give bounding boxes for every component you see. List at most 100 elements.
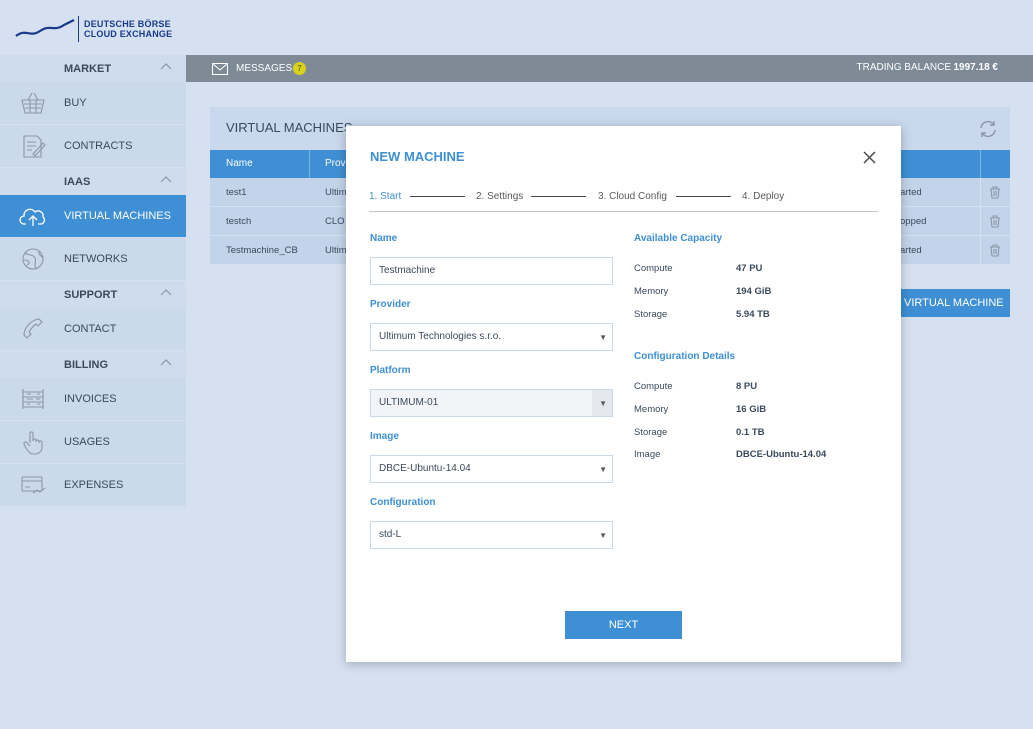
column-header-name[interactable]: Name bbox=[226, 158, 253, 169]
trading-balance-value: 1997.18 € bbox=[953, 62, 999, 73]
provider-label: Provider bbox=[370, 299, 411, 310]
sidebar-item-label: CONTACT bbox=[64, 323, 117, 335]
platform-label: Platform bbox=[370, 365, 411, 376]
trading-balance-label: TRADING BALANCE bbox=[856, 62, 951, 73]
sidebar-section-market[interactable]: MARKET bbox=[0, 55, 186, 82]
name-value: Testmachine bbox=[379, 265, 436, 276]
sidebar-item-contact[interactable]: CONTACT bbox=[0, 308, 186, 351]
new-machine-dialog: NEW MACHINE 1. Start 2. Settings 3. Clou… bbox=[346, 126, 901, 662]
provider-select[interactable]: Ultimum Technologies s.r.o. ▼ bbox=[370, 323, 613, 351]
vm-provider: CLO bbox=[325, 216, 345, 227]
section-label: MARKET bbox=[64, 62, 112, 75]
column-divider bbox=[309, 150, 310, 178]
column-header-provider[interactable]: Provi bbox=[325, 158, 348, 169]
section-label: IAAS bbox=[64, 175, 91, 188]
cloud-upload-icon bbox=[19, 208, 46, 226]
step-connector bbox=[410, 196, 465, 197]
vm-name: testch bbox=[226, 216, 252, 227]
sidebar-item-invoices[interactable]: INVOICES bbox=[0, 378, 186, 421]
sidebar-section-billing[interactable]: BILLING bbox=[0, 351, 186, 378]
dialog-title: NEW MACHINE bbox=[370, 149, 465, 164]
sidebar-item-label: CONTRACTS bbox=[64, 140, 133, 152]
step-deploy[interactable]: 4. Deploy bbox=[742, 191, 784, 202]
sidebar-item-buy[interactable]: BUY bbox=[0, 82, 186, 125]
hand-pointer-icon bbox=[23, 431, 43, 455]
sidebar-item-usages[interactable]: USAGES bbox=[0, 421, 186, 464]
wave-logo-icon bbox=[15, 19, 75, 37]
config-memory-label: Memory bbox=[634, 404, 669, 415]
sidebar-item-label: BUY bbox=[64, 97, 87, 109]
available-memory-value: 194 GiB bbox=[736, 286, 772, 297]
sidebar-item-contracts[interactable]: CONTRACTS bbox=[0, 125, 186, 168]
sidebar-item-expenses[interactable]: EXPENSES bbox=[0, 464, 186, 507]
refresh-icon[interactable] bbox=[978, 119, 998, 139]
sidebar-item-virtual-machines[interactable]: VIRTUAL MACHINES bbox=[0, 195, 186, 238]
chevron-up-icon[interactable] bbox=[160, 288, 172, 298]
configuration-details-title: Configuration Details bbox=[634, 351, 736, 362]
sidebar: MARKET BUY CONTRACTS IAAS VIRTUAL MACHIN… bbox=[0, 55, 186, 729]
panel-title: VIRTUAL MACHINES bbox=[226, 120, 353, 135]
logo-divider bbox=[78, 16, 79, 42]
contract-icon bbox=[23, 135, 46, 158]
section-label: SUPPORT bbox=[64, 288, 118, 301]
phone-icon bbox=[23, 318, 43, 339]
configuration-value: std-L bbox=[379, 529, 402, 540]
sidebar-item-label: EXPENSES bbox=[64, 479, 124, 491]
vm-name: Testmachine_CB bbox=[226, 245, 298, 256]
brand-name: DEUTSCHE BÖRSE CLOUD EXCHANGE bbox=[84, 19, 172, 39]
envelope-icon[interactable] bbox=[212, 63, 228, 75]
name-input[interactable]: Testmachine bbox=[370, 257, 613, 285]
available-storage-label: Storage bbox=[634, 309, 668, 320]
available-memory-label: Memory bbox=[634, 286, 669, 297]
sidebar-section-support[interactable]: SUPPORT bbox=[0, 281, 186, 308]
image-select[interactable]: DBCE-Ubuntu-14.04 ▼ bbox=[370, 455, 613, 483]
provider-value: Ultimum Technologies s.r.o. bbox=[379, 331, 502, 342]
chevron-up-icon[interactable] bbox=[160, 62, 172, 72]
step-settings[interactable]: 2. Settings bbox=[476, 191, 523, 202]
brand-line2: CLOUD EXCHANGE bbox=[84, 29, 173, 39]
sidebar-item-label: INVOICES bbox=[64, 393, 117, 405]
config-memory-value: 16 GiB bbox=[736, 404, 767, 415]
platform-select[interactable]: ULTIMUM-01 ▼ bbox=[370, 389, 613, 417]
brand-line1: DEUTSCHE BÖRSE bbox=[84, 19, 171, 29]
vm-name: test1 bbox=[226, 187, 247, 198]
config-compute-label: Compute bbox=[634, 381, 673, 392]
messages-link[interactable]: MESSAGES bbox=[236, 63, 292, 74]
dropdown-arrow-icon: ▼ bbox=[599, 531, 607, 540]
credit-card-icon bbox=[21, 476, 46, 494]
column-divider bbox=[980, 236, 981, 264]
close-icon[interactable] bbox=[863, 151, 876, 164]
dropdown-arrow-icon: ▼ bbox=[599, 399, 607, 408]
vm-status: arted bbox=[900, 187, 922, 198]
next-button[interactable]: NEXT bbox=[565, 611, 682, 639]
globe-icon bbox=[22, 248, 44, 270]
config-storage-value: 0.1 TB bbox=[736, 427, 765, 438]
dropdown-arrow-icon: ▼ bbox=[599, 465, 607, 474]
sidebar-item-networks[interactable]: NETWORKS bbox=[0, 238, 186, 281]
messages-count-badge: 7 bbox=[293, 62, 306, 75]
sidebar-item-label: VIRTUAL MACHINES bbox=[64, 210, 171, 222]
sidebar-section-iaas[interactable]: IAAS bbox=[0, 168, 186, 195]
configuration-label: Configuration bbox=[370, 497, 436, 508]
step-start[interactable]: 1. Start bbox=[369, 191, 401, 202]
trash-icon[interactable] bbox=[989, 186, 1001, 199]
brand-logo[interactable]: DEUTSCHE BÖRSE CLOUD EXCHANGE bbox=[14, 14, 186, 44]
configuration-select[interactable]: std-L ▼ bbox=[370, 521, 613, 549]
top-bar: MESSAGES 7 TRADING BALANCE 1997.18 € bbox=[186, 55, 1033, 82]
vm-provider: Ultim bbox=[325, 187, 347, 198]
step-cloud-config[interactable]: 3. Cloud Config bbox=[598, 191, 667, 202]
chevron-up-icon[interactable] bbox=[160, 358, 172, 368]
invoice-icon bbox=[22, 389, 44, 409]
vm-status: arted bbox=[900, 245, 922, 256]
vm-status: opped bbox=[900, 216, 927, 227]
wizard-steps: 1. Start 2. Settings 3. Cloud Config 4. … bbox=[369, 190, 878, 212]
column-divider bbox=[980, 207, 981, 235]
basket-icon bbox=[21, 92, 45, 114]
available-capacity-title: Available Capacity bbox=[634, 233, 723, 244]
available-compute-value: 47 PU bbox=[736, 263, 763, 274]
dropdown-arrow-icon: ▼ bbox=[599, 333, 607, 342]
chevron-up-icon[interactable] bbox=[160, 175, 172, 185]
trash-icon[interactable] bbox=[989, 215, 1001, 228]
column-divider bbox=[980, 150, 981, 178]
trash-icon[interactable] bbox=[989, 244, 1001, 257]
